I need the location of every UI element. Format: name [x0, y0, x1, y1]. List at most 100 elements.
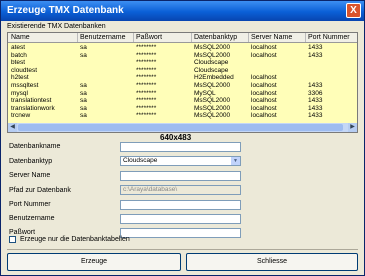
cell-port: 1433	[308, 112, 323, 120]
cell-name: atest	[11, 44, 26, 51]
column-header-name[interactable]: Name	[11, 34, 30, 41]
cell-name: mssqltest	[11, 82, 39, 89]
cell-username: sa	[80, 97, 87, 105]
scrollbar-thumb[interactable]	[18, 124, 343, 131]
cell-name: mysql	[11, 89, 28, 97]
cell-username: sa	[80, 112, 87, 120]
cell-name: trcnew	[11, 112, 31, 120]
cell-dbtype: MySQL	[194, 89, 216, 97]
cell-name: h2test	[11, 74, 29, 82]
server-name-input[interactable]	[120, 171, 241, 181]
db-path-input[interactable]: c:\Araya\database\	[120, 185, 241, 195]
column-header-server[interactable]: Server Name	[251, 34, 292, 41]
column-header-port[interactable]: Port Nummer	[308, 34, 350, 41]
port-number-label: Port Nummer	[9, 201, 51, 208]
cell-port: 1433	[308, 97, 323, 105]
cell-username: sa	[80, 104, 87, 112]
table-row[interactable]: atest sa ******** MsSQL2000 localhost 1433	[8, 44, 357, 51]
cell-port: 1433	[308, 104, 323, 112]
cell-dbtype: Cloudscape	[194, 66, 229, 74]
cell-server: localhost	[251, 44, 277, 51]
cell-password: ********	[136, 89, 157, 97]
title-bar[interactable]: Erzeuge TMX Datenbank X	[1, 1, 364, 21]
table-header: Name Benutzername Paßwort Datenbanktyp S…	[8, 33, 357, 43]
db-type-select[interactable]: Cloudscape ▼	[120, 156, 241, 166]
create-button[interactable]: Erzeuge	[7, 253, 181, 271]
cell-dbtype: MsSQL2000	[194, 97, 231, 105]
column-header-dbtype[interactable]: Datenbanktyp	[194, 34, 237, 41]
scroll-left-icon[interactable]: ◀	[8, 123, 17, 132]
table-row[interactable]: trcnew sa ******** MsSQL2000 localhost 1433	[8, 112, 357, 119]
table-row[interactable]: translationwork sa ******** MsSQL2000 localh…	[8, 105, 357, 112]
cell-dbtype: MsSQL2000	[194, 104, 231, 112]
cell-dbtype: MsSQL2000	[194, 112, 231, 120]
cell-port: 1433	[308, 82, 323, 89]
table-row[interactable]: mysql sa ******** MySQL localhost 3306	[8, 90, 357, 97]
cell-dbtype: Cloudscape	[194, 59, 229, 67]
close-button[interactable]: Schliesse	[186, 253, 358, 271]
scroll-right-icon[interactable]: ▶	[348, 123, 357, 132]
cell-password: ********	[136, 97, 157, 105]
cell-password: ********	[136, 104, 157, 112]
password-input[interactable]	[120, 228, 241, 238]
cell-port: 1433	[308, 51, 323, 59]
close-window-button[interactable]: X	[346, 3, 361, 18]
cell-server: localhost	[251, 51, 277, 59]
tables-only-label[interactable]: Erzeuge nur die Datenbanktabellen	[20, 236, 130, 243]
cell-password: ********	[136, 59, 157, 67]
table-row[interactable]: batch sa ******** MsSQL2000 localhost 1433	[8, 52, 357, 59]
cell-username: sa	[80, 44, 87, 51]
cell-name: btest	[11, 59, 26, 67]
db-name-label: Datenbankname	[9, 143, 61, 150]
resolution-badge: 640x483	[160, 133, 192, 142]
cell-username: sa	[80, 82, 87, 89]
dialog-window: Erzeuge TMX Datenbank X Existierende TMX…	[0, 0, 365, 276]
cell-password: ********	[136, 66, 157, 74]
cell-port: 3306	[308, 89, 323, 97]
existing-databases-label: Existierende TMX Datenbanken	[7, 23, 106, 30]
db-type-label: Datenbanktyp	[9, 158, 53, 165]
cell-server: localhost	[251, 74, 277, 82]
cell-name: batch	[11, 51, 27, 59]
username-label: Benutzername	[9, 215, 55, 222]
cell-server: localhost	[251, 97, 277, 105]
cell-name: translationtest	[11, 97, 52, 105]
username-input[interactable]	[120, 214, 241, 224]
tables-only-checkbox[interactable]	[9, 236, 16, 243]
db-path-label: Pfad zur Datenbank	[9, 187, 71, 194]
cell-password: ********	[136, 82, 157, 89]
table-row[interactable]: btest ******** Cloudscape	[8, 59, 357, 66]
db-name-input[interactable]	[120, 142, 241, 152]
cell-password: ********	[136, 44, 157, 51]
column-header-password[interactable]: Paßwort	[136, 34, 162, 41]
cell-dbtype: H2Embedded	[194, 74, 234, 82]
port-number-input[interactable]	[120, 200, 241, 210]
cell-port: 1433	[308, 44, 323, 51]
chevron-down-icon[interactable]: ▼	[231, 157, 240, 165]
cell-dbtype: MsSQL2000	[194, 51, 231, 59]
cell-server: localhost	[251, 112, 277, 120]
horizontal-scrollbar[interactable]: ◀ ▶	[8, 123, 357, 132]
table-row[interactable]: cloudtest ******** Cloudscape	[8, 67, 357, 74]
column-header-username[interactable]: Benutzername	[80, 34, 126, 41]
server-name-label: Server Name	[9, 172, 51, 179]
cell-password: ********	[136, 112, 157, 120]
cell-password: ********	[136, 51, 157, 59]
db-type-selected: Cloudscape	[123, 157, 158, 164]
cell-name: cloudtest	[11, 66, 38, 74]
table-row[interactable]: mssqltest sa ******** MsSQL2000 localhost 143…	[8, 82, 357, 89]
cell-dbtype: MsSQL2000	[194, 44, 231, 51]
cell-server: localhost	[251, 89, 277, 97]
table-row[interactable]: h2test ******** H2Embedded localhost	[8, 74, 357, 81]
cell-server: localhost	[251, 82, 277, 89]
window-title: Erzeuge TMX Datenbank	[7, 5, 124, 16]
cell-password: ********	[136, 74, 157, 82]
cell-server: localhost	[251, 104, 277, 112]
cell-username: sa	[80, 51, 87, 59]
database-table: Name Benutzername Paßwort Datenbanktyp S…	[7, 32, 358, 133]
cell-username: sa	[80, 89, 87, 97]
cell-name: translationwork	[11, 104, 55, 112]
password-label: Paßwort	[9, 229, 36, 236]
cell-dbtype: MsSQL2000	[194, 82, 231, 89]
table-row[interactable]: translationtest sa ******** MsSQL2000 localh…	[8, 97, 357, 104]
